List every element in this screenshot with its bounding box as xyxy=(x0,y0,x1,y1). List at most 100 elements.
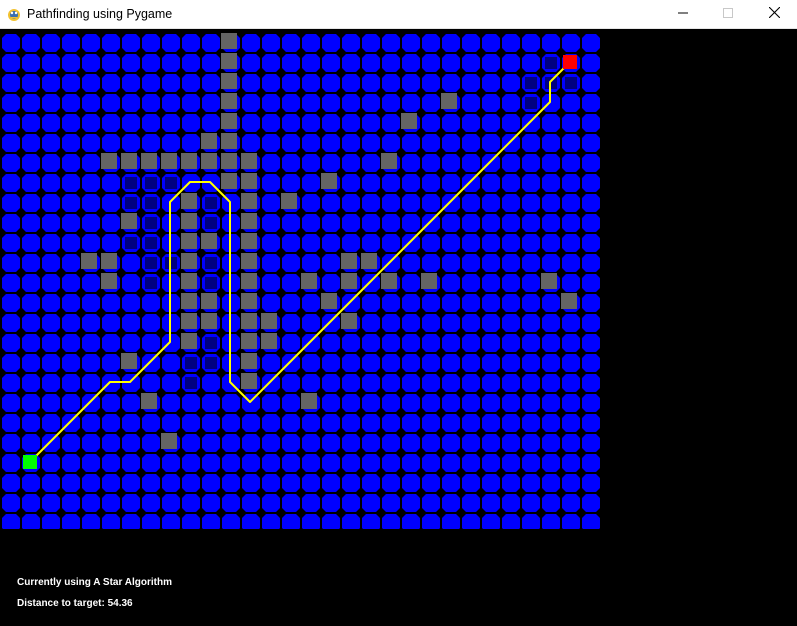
grid-cell[interactable] xyxy=(422,414,440,432)
grid-cell[interactable] xyxy=(142,94,160,112)
grid-cell[interactable] xyxy=(402,434,420,452)
grid-cell[interactable] xyxy=(122,454,140,472)
grid-cell[interactable] xyxy=(62,254,80,272)
grid-cell[interactable] xyxy=(462,174,480,192)
grid-cell[interactable] xyxy=(282,34,300,52)
wall-cell[interactable] xyxy=(201,233,217,249)
grid-cell[interactable] xyxy=(582,274,600,292)
wall-cell[interactable] xyxy=(301,393,317,409)
grid-cell[interactable] xyxy=(382,94,400,112)
grid-cell[interactable] xyxy=(522,434,540,452)
wall-cell[interactable] xyxy=(421,273,437,289)
grid-cell[interactable] xyxy=(142,434,160,452)
grid-cell[interactable] xyxy=(522,374,540,392)
grid-cell[interactable] xyxy=(282,174,300,192)
grid-cell[interactable] xyxy=(562,214,580,232)
grid-cell[interactable] xyxy=(382,194,400,212)
grid-cell[interactable] xyxy=(262,34,280,52)
grid-cell[interactable] xyxy=(362,494,380,512)
grid-cell[interactable] xyxy=(122,334,140,352)
pathfinding-grid[interactable] xyxy=(0,29,797,529)
grid-cell[interactable] xyxy=(302,194,320,212)
grid-cell[interactable] xyxy=(422,234,440,252)
grid-cell[interactable] xyxy=(462,294,480,312)
grid-cell[interactable] xyxy=(362,314,380,332)
grid-cell[interactable] xyxy=(482,74,500,92)
grid-cell[interactable] xyxy=(282,294,300,312)
grid-cell[interactable] xyxy=(262,254,280,272)
grid-cell[interactable] xyxy=(2,294,20,312)
grid-cell[interactable] xyxy=(322,374,340,392)
grid-cell[interactable] xyxy=(582,354,600,372)
grid-cell[interactable] xyxy=(42,214,60,232)
grid-cell[interactable] xyxy=(142,74,160,92)
grid-cell[interactable] xyxy=(82,314,100,332)
grid-cell[interactable] xyxy=(502,334,520,352)
grid-cell[interactable] xyxy=(142,494,160,512)
grid-cell[interactable] xyxy=(582,474,600,492)
grid-cell[interactable] xyxy=(542,314,560,332)
grid-cell[interactable] xyxy=(262,174,280,192)
grid-cell[interactable] xyxy=(502,474,520,492)
grid-cell[interactable] xyxy=(22,514,40,529)
grid-cell[interactable] xyxy=(182,414,200,432)
grid-cell[interactable] xyxy=(442,334,460,352)
grid-cell[interactable] xyxy=(262,114,280,132)
grid-cell[interactable] xyxy=(442,374,460,392)
grid-cell[interactable] xyxy=(502,194,520,212)
grid-cell[interactable] xyxy=(82,394,100,412)
grid-cell[interactable] xyxy=(322,514,340,529)
grid-cell[interactable] xyxy=(282,234,300,252)
grid-cell[interactable] xyxy=(82,154,100,172)
grid-cell[interactable] xyxy=(502,414,520,432)
grid-cell[interactable] xyxy=(282,374,300,392)
wall-cell[interactable] xyxy=(141,393,157,409)
grid-cell[interactable] xyxy=(22,134,40,152)
grid-cell[interactable] xyxy=(442,294,460,312)
wall-cell[interactable] xyxy=(301,273,317,289)
grid-cell[interactable] xyxy=(302,54,320,72)
grid-cell[interactable] xyxy=(42,334,60,352)
grid-cell[interactable] xyxy=(2,274,20,292)
grid-cell[interactable] xyxy=(462,454,480,472)
wall-cell[interactable] xyxy=(181,193,197,209)
grid-cell[interactable] xyxy=(242,54,260,72)
grid-cell[interactable] xyxy=(262,134,280,152)
grid-cell[interactable] xyxy=(522,54,540,72)
grid-cell[interactable] xyxy=(442,514,460,529)
grid-cell[interactable] xyxy=(362,154,380,172)
grid-cell[interactable] xyxy=(62,194,80,212)
grid-cell[interactable] xyxy=(522,254,540,272)
grid-cell[interactable] xyxy=(542,114,560,132)
grid-cell[interactable] xyxy=(202,394,220,412)
grid-cell[interactable] xyxy=(142,34,160,52)
grid-cell[interactable] xyxy=(482,194,500,212)
grid-cell[interactable] xyxy=(522,194,540,212)
grid-cell[interactable] xyxy=(22,114,40,132)
grid-cell[interactable] xyxy=(42,494,60,512)
grid-cell[interactable] xyxy=(242,494,260,512)
grid-cell[interactable] xyxy=(462,514,480,529)
grid-cell[interactable] xyxy=(382,494,400,512)
grid-cell[interactable] xyxy=(542,214,560,232)
wall-cell[interactable] xyxy=(341,253,357,269)
grid-cell[interactable] xyxy=(102,514,120,529)
grid-cell[interactable] xyxy=(82,494,100,512)
grid-cell[interactable] xyxy=(282,334,300,352)
grid-cell[interactable] xyxy=(282,114,300,132)
grid-cell[interactable] xyxy=(142,354,160,372)
grid-cell[interactable] xyxy=(102,194,120,212)
grid-cell[interactable] xyxy=(262,394,280,412)
grid-cell[interactable] xyxy=(162,74,180,92)
grid-cell[interactable] xyxy=(502,394,520,412)
grid-cell[interactable] xyxy=(202,114,220,132)
grid-cell[interactable] xyxy=(42,174,60,192)
grid-cell[interactable] xyxy=(442,354,460,372)
grid-cell[interactable] xyxy=(522,154,540,172)
grid-cell[interactable] xyxy=(202,374,220,392)
grid-cell[interactable] xyxy=(442,134,460,152)
grid-cell[interactable] xyxy=(102,34,120,52)
grid-cell[interactable] xyxy=(122,94,140,112)
grid-cell[interactable] xyxy=(22,494,40,512)
wall-cell[interactable] xyxy=(221,173,237,189)
